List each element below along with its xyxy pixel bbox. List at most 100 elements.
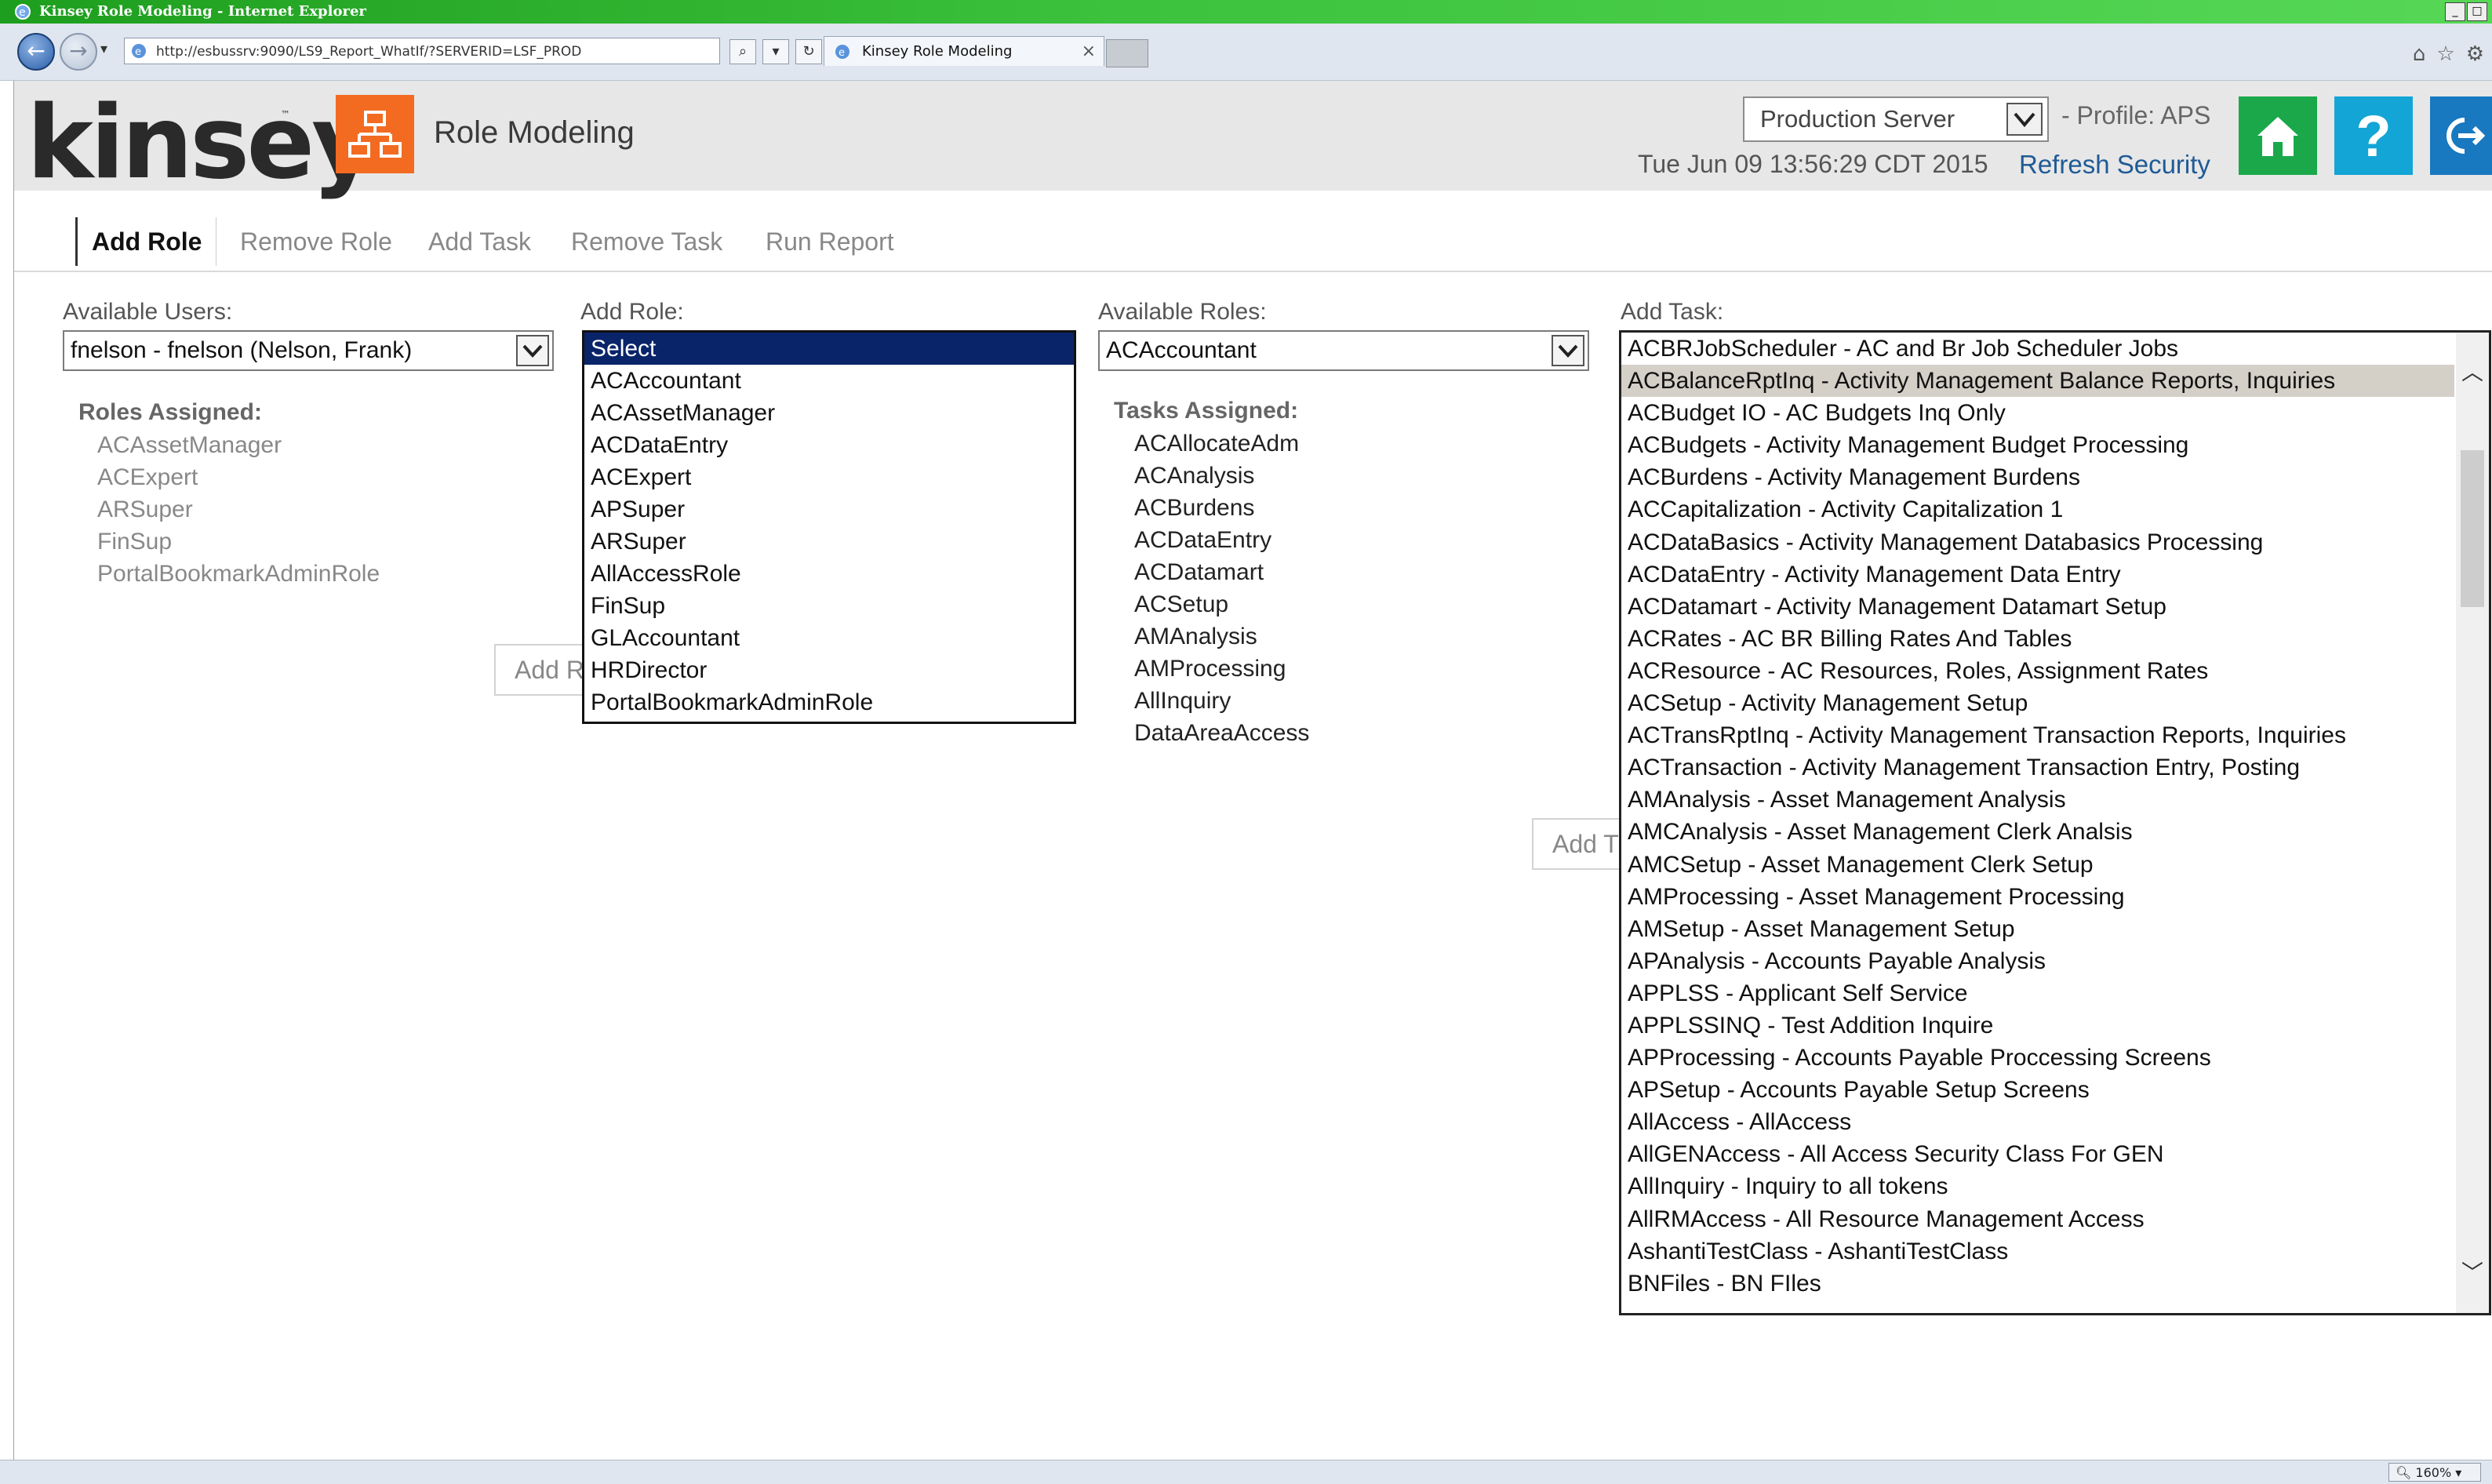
add-role-option[interactable]: GLAccountant xyxy=(584,622,1074,654)
scrollbar-thumb[interactable] xyxy=(2461,450,2484,607)
tab-add-role[interactable]: Add Role xyxy=(75,217,217,266)
tab-close-icon[interactable]: × xyxy=(1082,37,1096,67)
add-task-option[interactable]: ACResource - AC Resources, Roles, Assign… xyxy=(1621,655,2454,687)
logout-icon xyxy=(2447,118,2485,154)
add-task-option[interactable]: ACDatamart - Activity Management Datamar… xyxy=(1621,591,2454,623)
add-task-listbox[interactable]: ACBRJobScheduler - AC and Br Job Schedul… xyxy=(1619,330,2491,1315)
add-task-option[interactable]: AllInquiry - Inquiry to all tokens xyxy=(1621,1170,2454,1202)
browser-tab[interactable]: e Kinsey Role Modeling × xyxy=(824,36,1104,66)
list-item: ACExpert xyxy=(97,464,198,490)
profile-label: - Profile: APS xyxy=(2061,101,2211,129)
help-button[interactable]: ? xyxy=(2334,96,2413,175)
add-role-dropdown-list[interactable]: Select ACAccountant ACAssetManager ACDat… xyxy=(582,330,1076,724)
add-role-option[interactable]: APSuper xyxy=(584,493,1074,526)
tab-add-task[interactable]: Add Task xyxy=(414,217,545,266)
add-role-option[interactable]: ACDataEntry xyxy=(584,429,1074,461)
forward-button[interactable]: → xyxy=(60,33,97,71)
add-role-option[interactable]: ACAccountant xyxy=(584,365,1074,397)
add-task-option[interactable]: APProcessing - Accounts Payable Proccess… xyxy=(1621,1042,2454,1074)
chevron-up-icon[interactable]: ︿ xyxy=(2456,356,2489,389)
add-task-option[interactable]: BNFiles - BN FIles xyxy=(1621,1268,2454,1300)
add-role-button[interactable]: Add R xyxy=(494,644,588,696)
add-task-option[interactable]: AllRMAccess - All Resource Management Ac… xyxy=(1621,1203,2454,1235)
tools-gear-icon[interactable]: ⚙ xyxy=(2466,42,2484,66)
chevron-down-icon[interactable] xyxy=(516,335,549,366)
listbox-scrollbar[interactable]: ︿ ﹀ xyxy=(2456,333,2489,1313)
add-role-option[interactable]: ACAssetManager xyxy=(584,397,1074,429)
add-task-option[interactable]: APPLSSINQ - Test Addition Inquire xyxy=(1621,1009,2454,1042)
address-input[interactable]: http://esbussrv:9090/LS9_Report_WhatIf/?… xyxy=(124,38,720,64)
add-task-option[interactable]: AllAccess - AllAccess xyxy=(1621,1106,2454,1138)
chevron-down-icon[interactable]: ▾ xyxy=(2455,1465,2461,1480)
add-task-option[interactable]: ACBRJobScheduler - AC and Br Job Schedul… xyxy=(1621,333,2454,365)
add-task-option[interactable]: ACTransaction - Activity Management Tran… xyxy=(1621,751,2454,784)
add-task-option[interactable]: ACDataBasics - Activity Management Datab… xyxy=(1621,526,2454,558)
chevron-down-icon[interactable]: ﹀ xyxy=(2456,1257,2489,1289)
tab-run-report[interactable]: Run Report xyxy=(751,217,908,266)
refresh-security-link[interactable]: Refresh Security xyxy=(2019,150,2210,180)
maximize-button[interactable]: □ xyxy=(2467,2,2487,21)
server-select[interactable]: Production Server xyxy=(1743,96,2049,142)
new-tab-button[interactable] xyxy=(1106,39,1148,67)
home-icon[interactable]: ⌂ xyxy=(2413,42,2426,66)
zoom-control[interactable]: 🔍︎ 160% ▾ xyxy=(2388,1463,2481,1482)
chevron-down-icon[interactable] xyxy=(2006,103,2043,136)
add-task-option[interactable]: ACBudget IO - AC Budgets Inq Only xyxy=(1621,397,2454,429)
list-item: FinSup xyxy=(97,529,173,555)
add-task-option[interactable]: APAnalysis - Accounts Payable Analysis xyxy=(1621,945,2454,977)
app-header: kinsey ™ Role Modeling Production Server… xyxy=(14,81,2492,202)
add-role-option[interactable]: PortalBookmarkAdminRole xyxy=(584,686,1074,718)
add-task-option[interactable]: ACCapitalization - Activity Capitalizati… xyxy=(1621,493,2454,526)
search-icon[interactable]: ⌕ xyxy=(729,39,756,64)
refresh-icon[interactable]: ↻ xyxy=(795,39,822,64)
compat-view-icon[interactable]: ▾ xyxy=(762,39,789,64)
add-task-option[interactable]: APSetup - Accounts Payable Setup Screens xyxy=(1621,1074,2454,1106)
favorites-star-icon[interactable]: ☆ xyxy=(2436,42,2454,66)
tab-remove-task[interactable]: Remove Task xyxy=(557,217,737,266)
logout-button[interactable] xyxy=(2430,96,2492,175)
house-icon xyxy=(2257,117,2298,156)
minimize-button[interactable]: _ xyxy=(2445,2,2465,21)
add-task-option[interactable]: ACDataEntry - Activity Management Data E… xyxy=(1621,558,2454,591)
svg-text:e: e xyxy=(135,46,141,58)
back-button[interactable]: ← xyxy=(17,33,55,71)
app-root: kinsey ™ Role Modeling Production Server… xyxy=(14,81,2492,1460)
available-users-select[interactable]: fnelson - fnelson (Nelson, Frank) xyxy=(63,330,554,371)
available-roles-select[interactable]: ACAccountant xyxy=(1098,330,1589,371)
add-role-option[interactable]: AllAccessRole xyxy=(584,558,1074,590)
add-task-option[interactable]: AllGENAccess - All Access Security Class… xyxy=(1621,1138,2454,1170)
add-task-option[interactable]: AMProcessing - Asset Management Processi… xyxy=(1621,881,2454,913)
add-task-option[interactable]: ACRates - AC BR Billing Rates And Tables xyxy=(1621,623,2454,655)
add-task-button[interactable]: Add T xyxy=(1532,818,1626,870)
add-task-option[interactable]: AMAnalysis - Asset Management Analysis xyxy=(1621,784,2454,816)
add-role-option[interactable]: FinSup xyxy=(584,590,1074,622)
add-task-option[interactable]: ACTransRptInq - Activity Management Tran… xyxy=(1621,719,2454,751)
history-dropdown-icon[interactable]: ▾ xyxy=(100,41,107,57)
add-task-option[interactable]: AMSetup - Asset Management Setup xyxy=(1621,913,2454,945)
list-item: ACAnalysis xyxy=(1134,463,1255,489)
home-button[interactable] xyxy=(2239,96,2317,175)
add-task-option[interactable]: APPLSS - Applicant Self Service xyxy=(1621,977,2454,1009)
add-role-option[interactable]: Select xyxy=(584,333,1074,365)
page-icon: e xyxy=(132,44,146,58)
list-item: AllInquiry xyxy=(1134,688,1231,714)
add-role-option[interactable]: ARSuper xyxy=(584,526,1074,558)
add-role-option[interactable]: ACExpert xyxy=(584,461,1074,493)
add-task-label: Add Task: xyxy=(1621,299,1724,325)
add-role-label: Add Role: xyxy=(580,299,684,325)
server-select-value: Production Server xyxy=(1760,105,1955,133)
list-item: PortalBookmarkAdminRole xyxy=(97,561,380,587)
add-role-option[interactable]: HRDirector xyxy=(584,654,1074,686)
list-item: ACBurdens xyxy=(1134,495,1255,521)
tab-remove-role[interactable]: Remove Role xyxy=(226,217,406,266)
add-task-option[interactable]: ACBurdens - Activity Management Burdens xyxy=(1621,461,2454,493)
browser-toolbar: ← → ▾ http://esbussrv:9090/LS9_Report_Wh… xyxy=(0,24,2492,81)
chevron-down-icon[interactable] xyxy=(1552,335,1584,366)
add-task-option[interactable]: ACBudgets - Activity Management Budget P… xyxy=(1621,429,2454,461)
window-titlebar: e Kinsey Role Modeling - Internet Explor… xyxy=(0,0,2492,24)
add-task-option[interactable]: ACSetup - Activity Management Setup xyxy=(1621,687,2454,719)
add-task-option[interactable]: AMCAnalysis - Asset Management Clerk Ana… xyxy=(1621,816,2454,848)
add-task-option[interactable]: ACBalanceRptInq - Activity Management Ba… xyxy=(1621,365,2454,398)
add-task-option[interactable]: AshantiTestClass - AshantiTestClass xyxy=(1621,1235,2454,1268)
add-task-option[interactable]: AMCSetup - Asset Management Clerk Setup xyxy=(1621,849,2454,881)
